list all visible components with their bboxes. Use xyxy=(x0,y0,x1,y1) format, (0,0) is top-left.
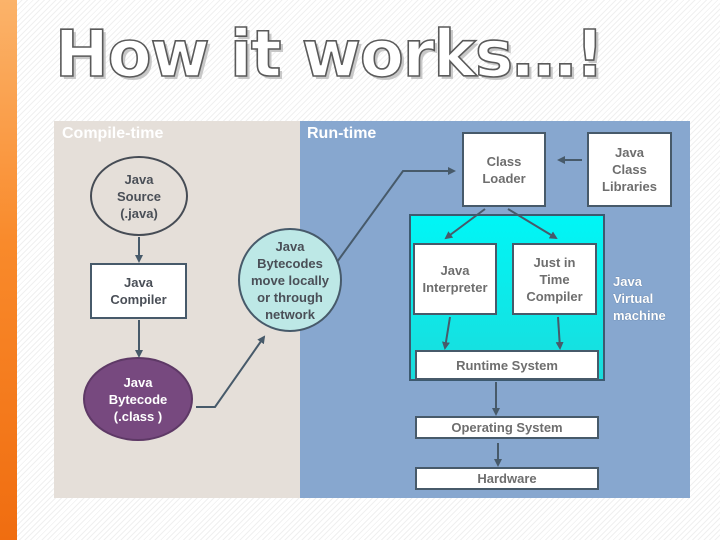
accent-bar xyxy=(0,0,17,540)
slide-title: How it works…! xyxy=(54,17,605,93)
operating-system-node: Operating System xyxy=(415,416,599,439)
hardware-node: Hardware xyxy=(415,467,599,490)
java-bytecode-label: Java Bytecode (.class ) xyxy=(108,374,168,424)
class-loader-node: Class Loader xyxy=(462,132,546,207)
operating-system-label: Operating System xyxy=(451,420,563,435)
java-class-libraries-label: Java Class Libraries xyxy=(602,145,657,194)
hardware-label: Hardware xyxy=(477,471,537,486)
runtime-system-label: Runtime System xyxy=(456,357,558,373)
jit-compiler-label: Just in Time Compiler xyxy=(526,254,583,304)
runtime-system-node: Runtime System xyxy=(415,350,599,380)
bytecodes-transfer-node: Java Bytecodes move locally or through n… xyxy=(238,228,342,332)
java-source-node: Java Source (.java) xyxy=(90,156,188,236)
java-interpreter-node: Java Interpreter xyxy=(413,243,497,315)
java-interpreter-label: Java Interpreter xyxy=(422,263,488,295)
java-bytecode-node: Java Bytecode (.class ) xyxy=(83,357,193,441)
compile-time-label: Compile-time xyxy=(62,125,164,142)
bytecodes-transfer-label: Java Bytecodes move locally or through n… xyxy=(250,238,330,322)
jvm-label: Java Virtual machine xyxy=(613,274,666,323)
java-source-label: Java Source (.java) xyxy=(116,171,162,221)
jit-compiler-node: Just in Time Compiler xyxy=(512,243,597,315)
class-loader-label: Class Loader xyxy=(482,153,526,186)
java-compiler-node: Java Compiler xyxy=(90,263,187,319)
java-compiler-label: Java Compiler xyxy=(110,275,167,307)
run-time-label: Run-time xyxy=(307,125,377,142)
java-class-libraries-node: Java Class Libraries xyxy=(587,132,672,207)
